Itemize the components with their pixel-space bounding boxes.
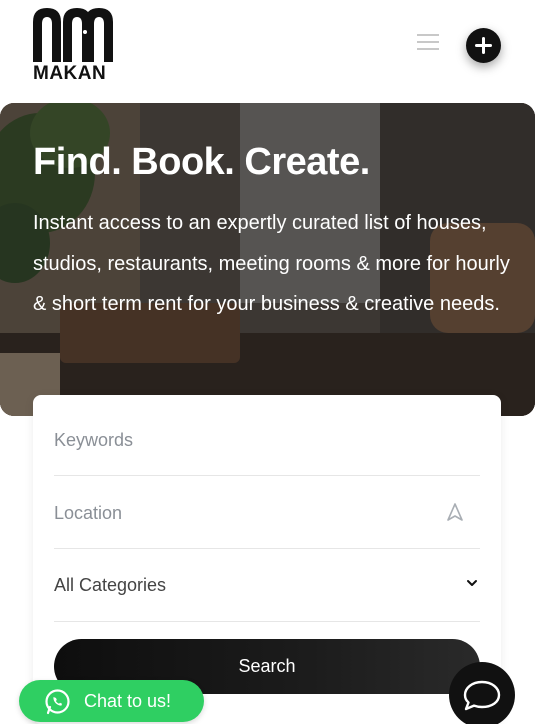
keywords-field-wrapper (54, 403, 480, 476)
logo-mark (33, 8, 113, 62)
site-header: MAKAN (0, 0, 535, 100)
brand-logo[interactable]: MAKAN (33, 8, 113, 84)
category-select[interactable]: All Categories (54, 549, 480, 622)
search-card: All Categories Search (33, 395, 501, 724)
hamburger-icon[interactable] (417, 34, 439, 54)
keywords-input[interactable] (54, 403, 480, 475)
chat-bubble-button[interactable] (449, 662, 515, 724)
hero-banner: Find. Book. Create. Instant access to an… (0, 103, 535, 416)
category-select-value: All Categories (54, 575, 167, 595)
chat-bubble-icon (463, 680, 501, 711)
whatsapp-chat-label: Chat to us! (84, 691, 172, 711)
locate-icon[interactable] (446, 502, 464, 522)
location-field-wrapper (54, 476, 480, 549)
chevron-down-icon (467, 580, 477, 586)
plus-icon[interactable] (466, 28, 501, 63)
hero-title: Find. Book. Create. (33, 141, 370, 183)
location-input[interactable] (54, 476, 480, 548)
hero-subtitle: Instant access to an expertly curated li… (33, 212, 510, 315)
whatsapp-chat-button[interactable]: Chat to us! (19, 680, 204, 722)
logo-text: MAKAN (33, 63, 107, 84)
whatsapp-icon (45, 689, 70, 715)
